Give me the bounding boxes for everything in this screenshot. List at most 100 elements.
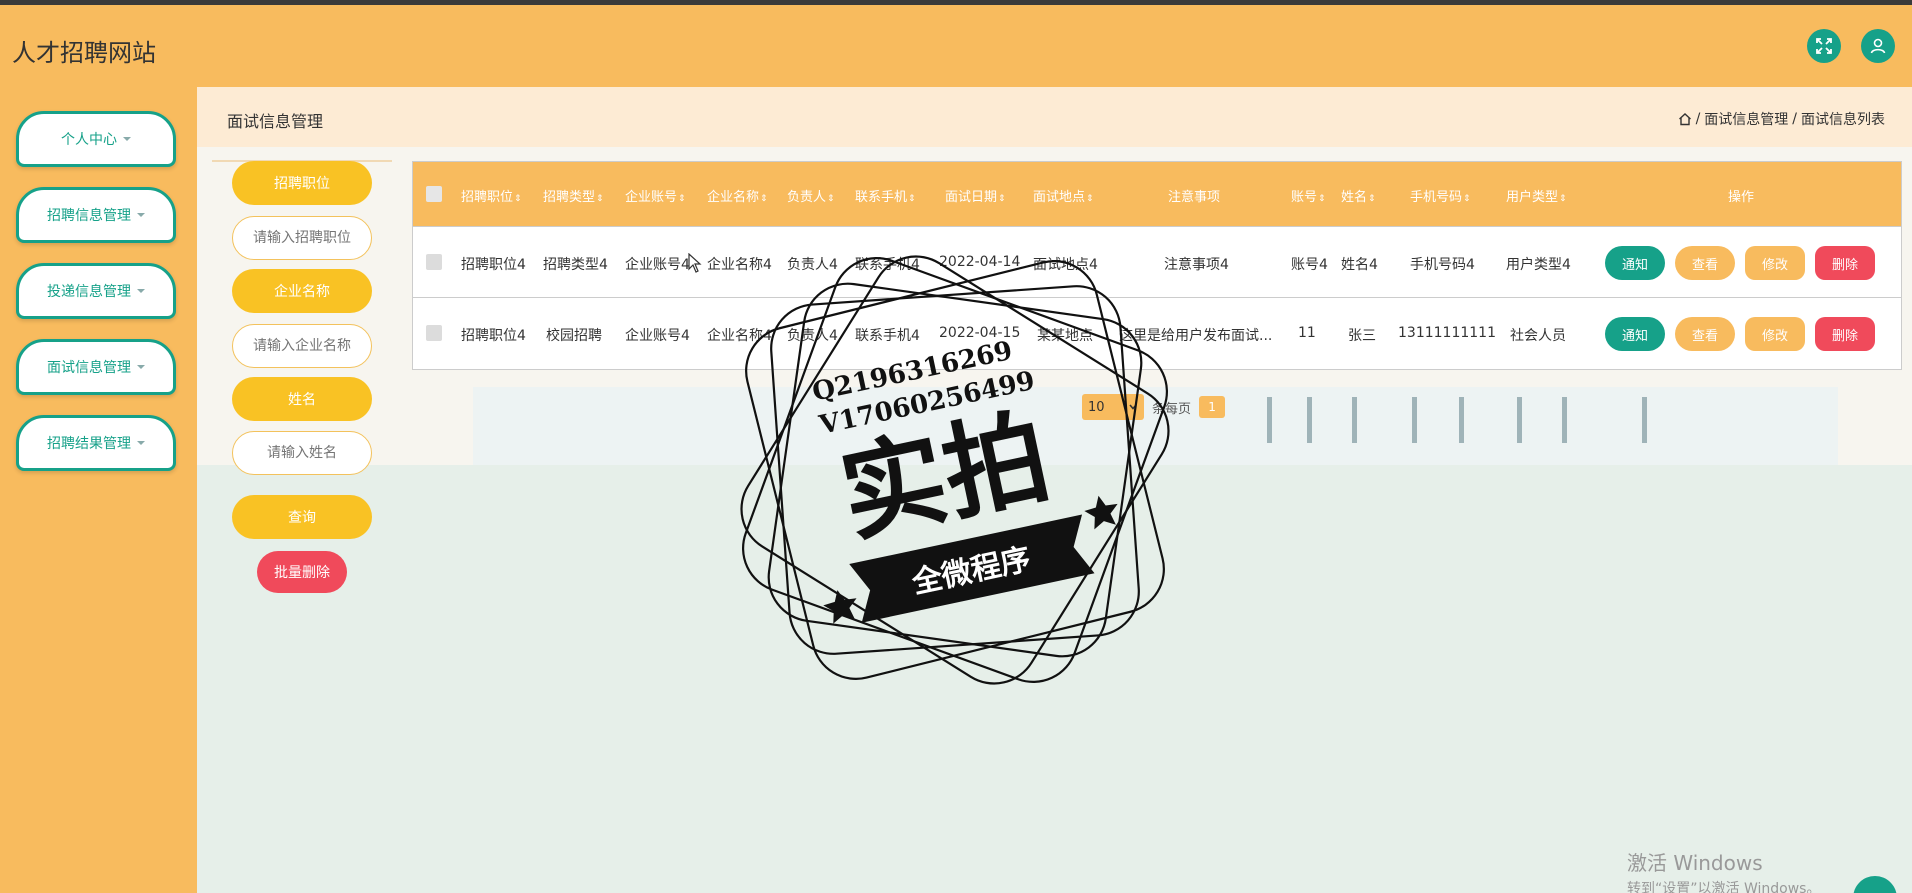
cell-contact-person: 负责人4 xyxy=(787,257,838,273)
cell-interview-date: 2022-04-14 xyxy=(939,254,1021,270)
search-button[interactable]: 查询 xyxy=(232,495,372,539)
breadcrumb-level2: 面试信息列表 xyxy=(1801,112,1885,128)
cell-interview-date: 2022-04-15 xyxy=(939,325,1021,341)
chevron-down-icon xyxy=(1129,404,1137,410)
fullscreen-button[interactable] xyxy=(1807,29,1841,63)
position-filter-label: 招聘职位 xyxy=(232,161,372,205)
background-decoration xyxy=(1562,397,1567,443)
column-header: 注意事项 xyxy=(1168,190,1221,205)
cell-company-name: 企业名称4 xyxy=(707,257,772,273)
sidebar: 个人中心 招聘信息管理 投递信息管理 面试信息管理 招聘结果管理 xyxy=(0,87,197,893)
cell-contact-phone: 联系手机4 xyxy=(855,257,920,273)
cell-notes: 这里是给用户发布面试... xyxy=(1119,328,1273,344)
page-size-value: 10 xyxy=(1088,399,1105,415)
cell-account: 11 xyxy=(1298,325,1316,341)
sidebar-item-personal-center[interactable]: 个人中心 xyxy=(16,111,176,167)
chevron-down-icon xyxy=(137,289,145,293)
column-header[interactable]: 手机号码⇕ xyxy=(1410,186,1471,205)
user-button[interactable] xyxy=(1861,29,1895,63)
breadcrumb-separator: / xyxy=(1792,111,1797,127)
breadcrumb: / 面试信息管理 / 面试信息列表 xyxy=(1678,109,1885,129)
cell-notes: 注意事项4 xyxy=(1164,257,1229,273)
cell-type: 校园招聘 xyxy=(546,328,602,344)
breadcrumb-level1[interactable]: 面试信息管理 xyxy=(1704,109,1788,129)
batch-delete-button[interactable]: 批量删除 xyxy=(257,551,347,593)
sidebar-item-label: 招聘结果管理 xyxy=(47,436,131,452)
sidebar-item-label: 招聘信息管理 xyxy=(47,208,131,224)
column-header[interactable]: 联系手机⇕ xyxy=(855,186,916,205)
notify-button[interactable]: 通知 xyxy=(1605,317,1665,351)
column-header[interactable]: 面试地点⇕ xyxy=(1033,186,1094,205)
view-button[interactable]: 查看 xyxy=(1675,246,1735,280)
per-page-label: 条每页 xyxy=(1152,401,1192,417)
app-title: 人才招聘网站 xyxy=(12,39,156,67)
column-header[interactable]: 面试日期⇕ xyxy=(945,186,1006,205)
table-header: 招聘职位⇕ 招聘类型⇕ 企业账号⇕ 企业名称⇕ 负责人⇕ 联系手机⇕ 面试日期⇕… xyxy=(413,162,1901,226)
column-header[interactable]: 企业名称⇕ xyxy=(707,186,768,205)
name-search-input[interactable] xyxy=(232,431,372,475)
table-row: 招聘职位4 校园招聘 企业账号4 企业名称4 负责人4 联系手机4 2022-0… xyxy=(413,297,1901,368)
column-header[interactable]: 用户类型⇕ xyxy=(1506,186,1567,205)
sidebar-item-interview-info[interactable]: 面试信息管理 xyxy=(16,339,176,395)
page-number-current[interactable]: 1 xyxy=(1199,396,1226,418)
sidebar-item-recruitment-result[interactable]: 招聘结果管理 xyxy=(16,415,176,471)
cell-user-type: 社会人员 xyxy=(1510,328,1566,344)
cell-company-account: 企业账号4 xyxy=(625,328,690,344)
breadcrumb-separator: / xyxy=(1695,111,1701,127)
sidebar-item-label: 投递信息管理 xyxy=(47,284,131,300)
column-header[interactable]: 企业账号⇕ xyxy=(625,186,686,205)
background-decoration xyxy=(1459,397,1464,443)
breadcrumb-bar: 面试信息管理 / 面试信息管理 / 面试信息列表 xyxy=(197,87,1912,147)
column-header[interactable]: 招聘类型⇕ xyxy=(543,186,604,205)
column-header[interactable]: 负责人⇕ xyxy=(787,186,835,205)
cell-interview-place: 某某地点 xyxy=(1037,328,1093,344)
table-row: 招聘职位4 招聘类型4 企业账号4 企业名称4 负责人4 联系手机4 2022-… xyxy=(413,226,1901,297)
column-header[interactable]: 账号⇕ xyxy=(1291,186,1326,205)
background-decoration xyxy=(1517,397,1522,443)
sidebar-item-label: 面试信息管理 xyxy=(47,360,131,376)
activation-title: 激活 Windows xyxy=(1627,851,1763,875)
activation-hint: 转到“设置”以激活 Windows。 xyxy=(1627,881,1821,893)
row-checkbox[interactable] xyxy=(426,325,442,341)
cell-company-account: 企业账号4 xyxy=(625,257,690,273)
name-filter-label: 姓名 xyxy=(232,377,372,421)
cell-name: 张三 xyxy=(1348,328,1376,344)
view-button[interactable]: 查看 xyxy=(1675,317,1735,351)
column-header[interactable]: 姓名⇕ xyxy=(1341,186,1376,205)
background-decoration xyxy=(1267,397,1272,443)
page-size-select[interactable]: 10 xyxy=(1082,394,1144,420)
cell-contact-phone: 联系手机4 xyxy=(855,328,920,344)
company-search-input[interactable] xyxy=(232,324,372,368)
cell-name: 姓名4 xyxy=(1341,257,1378,273)
company-filter-label: 企业名称 xyxy=(232,269,372,313)
background-decoration xyxy=(1642,397,1647,443)
background-decoration xyxy=(1307,397,1312,443)
cell-position: 招聘职位4 xyxy=(461,328,526,344)
column-header[interactable]: 招聘职位⇕ xyxy=(461,186,522,205)
cell-type: 招聘类型4 xyxy=(543,257,608,273)
delete-button[interactable]: 删除 xyxy=(1815,317,1875,351)
cell-phone: 手机号码4 xyxy=(1410,257,1475,273)
delete-button[interactable]: 删除 xyxy=(1815,246,1875,280)
cell-interview-place: 面试地点4 xyxy=(1033,257,1098,273)
row-checkbox[interactable] xyxy=(426,254,442,270)
user-icon xyxy=(1870,38,1886,54)
background-decoration xyxy=(1412,397,1417,443)
cell-account: 账号4 xyxy=(1291,257,1328,273)
position-search-input[interactable] xyxy=(232,216,372,260)
expand-icon xyxy=(1816,38,1832,54)
cell-position: 招聘职位4 xyxy=(461,257,526,273)
sidebar-item-label: 个人中心 xyxy=(61,132,117,148)
page-title: 面试信息管理 xyxy=(227,112,324,131)
chevron-down-icon xyxy=(123,137,131,141)
notify-button[interactable]: 通知 xyxy=(1605,246,1665,280)
cell-company-name: 企业名称4 xyxy=(707,328,772,344)
select-all-checkbox[interactable] xyxy=(426,186,442,202)
edit-button[interactable]: 修改 xyxy=(1745,317,1805,351)
home-icon[interactable] xyxy=(1678,112,1692,126)
sidebar-item-application-info[interactable]: 投递信息管理 xyxy=(16,263,176,319)
edit-button[interactable]: 修改 xyxy=(1745,246,1805,280)
chevron-down-icon xyxy=(137,213,145,217)
pagination: 10 条每页 1 xyxy=(1082,394,1226,420)
sidebar-item-recruitment-info[interactable]: 招聘信息管理 xyxy=(16,187,176,243)
